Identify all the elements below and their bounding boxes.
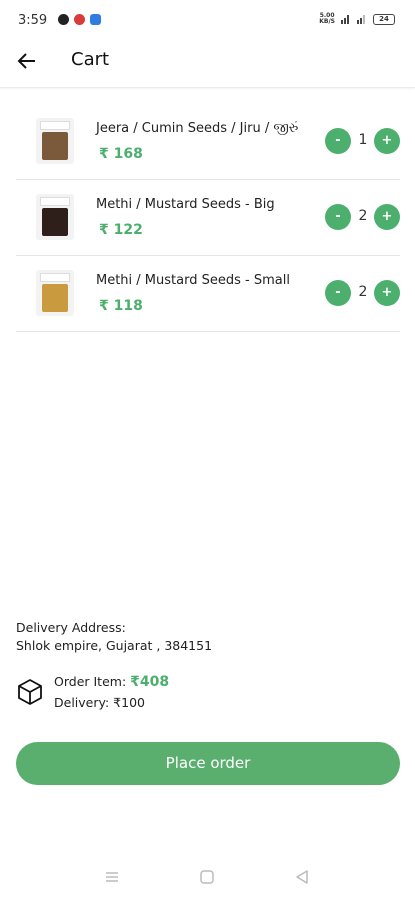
product-image <box>36 270 74 316</box>
delivery-address-label: Delivery Address: <box>16 620 126 635</box>
quantity-value: 1 <box>358 132 368 148</box>
decrease-quantity-button[interactable]: - <box>325 128 351 154</box>
network-speed-unit: KB/S <box>319 18 335 25</box>
increase-quantity-button[interactable]: + <box>374 128 400 154</box>
arrow-left-icon[interactable] <box>14 48 40 74</box>
quantity-value: 2 <box>358 284 368 300</box>
signal-icon <box>357 15 365 24</box>
quantity-value: 2 <box>358 208 368 224</box>
notification-icons <box>58 14 101 25</box>
product-name: Methi / Mustard Seeds - Small <box>96 273 290 288</box>
product-image <box>36 194 74 240</box>
order-item-amount: ₹408 <box>130 674 170 690</box>
notification-app-icon <box>90 14 101 25</box>
home-icon[interactable] <box>198 868 216 886</box>
product-name: Methi / Mustard Seeds - Big <box>96 197 275 212</box>
order-item-label: Order Item: <box>54 674 131 689</box>
order-item-total: Order Item: ₹408 <box>54 674 169 690</box>
status-bar: 3:59 5.00 KB/S 24 <box>0 0 415 36</box>
notification-app-icon <box>74 14 85 25</box>
notification-app-icon <box>58 14 69 25</box>
box-icon <box>18 679 42 705</box>
triangle-back-icon[interactable] <box>293 868 311 886</box>
cart-item: Jeera / Cumin Seeds / Jiru / જીરું ₹ 168… <box>16 104 400 180</box>
menu-icon[interactable] <box>103 868 121 886</box>
status-time: 3:59 <box>18 13 48 28</box>
product-price: ₹ 118 <box>99 298 143 314</box>
product-name: Jeera / Cumin Seeds / Jiru / જીરું <box>96 121 299 136</box>
system-nav-bar <box>0 860 415 900</box>
product-image <box>36 118 74 164</box>
battery-icon: 24 <box>373 13 395 25</box>
cart-item: Methi / Mustard Seeds - Big ₹ 122 - 2 + <box>16 180 400 256</box>
app-bar: Cart <box>0 36 415 88</box>
signal-icon <box>341 15 349 24</box>
product-price: ₹ 122 <box>99 222 143 238</box>
decrease-quantity-button[interactable]: - <box>325 280 351 306</box>
product-price: ₹ 168 <box>99 146 143 162</box>
status-indicators: 5.00 KB/S 24 <box>319 13 395 25</box>
increase-quantity-button[interactable]: + <box>374 280 400 306</box>
place-order-button[interactable]: Place order <box>16 742 400 785</box>
increase-quantity-button[interactable]: + <box>374 204 400 230</box>
cart-item: Methi / Mustard Seeds - Small ₹ 118 - 2 … <box>16 256 400 332</box>
decrease-quantity-button[interactable]: - <box>325 204 351 230</box>
page-title: Cart <box>71 49 110 70</box>
network-speed: 5.00 KB/S <box>319 13 335 25</box>
cart-list: Jeera / Cumin Seeds / Jiru / જીરું ₹ 168… <box>16 104 400 332</box>
delivery-address: Shlok empire, Gujarat , 384151 <box>16 638 213 653</box>
delivery-fee: Delivery: ₹100 <box>54 695 145 710</box>
